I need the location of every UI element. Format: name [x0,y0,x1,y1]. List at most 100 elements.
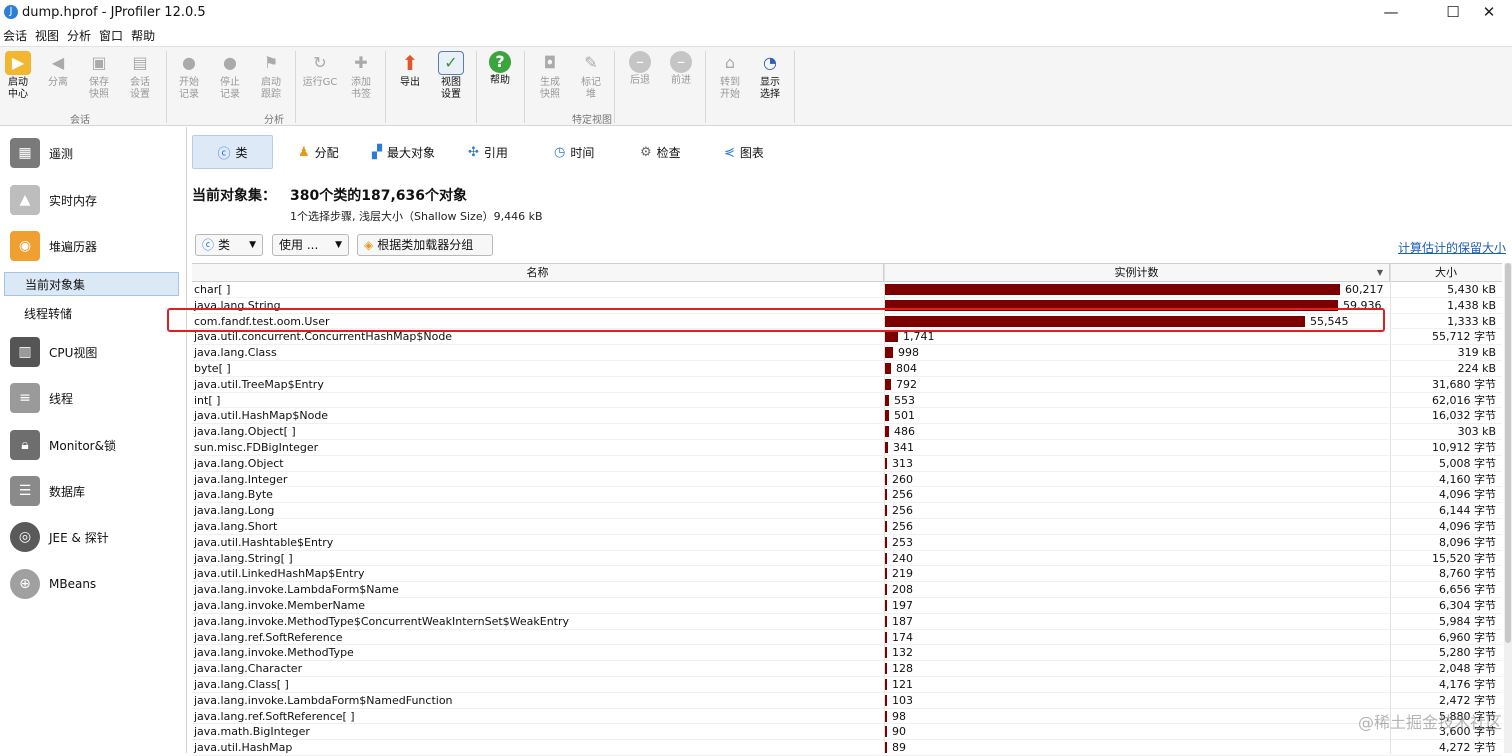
sidebar-item-live-memory[interactable]: ▲ 实时内存 [0,180,186,220]
sidebar-item-cpu-views[interactable]: ▥ CPU视图 [0,332,186,372]
back-button[interactable]: – 后退 [620,51,660,113]
sidebar-item-telemetry[interactable]: ▦ 遥测 [0,133,186,173]
table-row[interactable]: char[ ] 60,217 5,430 kB [192,282,1502,298]
sidebar-item-heap-walker[interactable]: ◉ 堆遍历器 [0,226,186,266]
tab-inspections[interactable]: ⚙ 检查 [630,135,691,169]
vertical-scrollbar[interactable] [1504,263,1512,753]
minimize-button[interactable]: — [1368,0,1414,26]
annotation-highlight-box [167,308,1385,332]
mark-heap-button[interactable]: ✎ 标记 堆 [571,51,611,113]
class-icon: ⓒ [202,238,215,252]
table-row[interactable]: java.util.TreeMap$Entry 792 31,680 字节 [192,377,1502,393]
forward-button[interactable]: – 前进 [661,51,701,113]
toolbar-separator [385,51,386,123]
run-gc-button[interactable]: ↻ 运行GC [300,51,340,113]
instance-count-cell: 89 [892,741,906,755]
sidebar-subitem-thread-dumps[interactable]: 线程转储 [4,302,179,326]
table-row[interactable]: java.math.BigInteger 90 3,600 字节 [192,724,1502,741]
close-button[interactable]: ✕ [1466,0,1512,26]
show-selection-button[interactable]: ◔ 显示 选择 [750,51,790,113]
class-name-cell: java.lang.Integer [194,472,288,486]
menu-window[interactable]: 窗口 [96,27,128,46]
forward-icon: – [670,51,692,73]
table-row[interactable]: sun.misc.FDBigInteger 341 10,912 字节 [192,440,1502,456]
table-row[interactable]: java.lang.invoke.MemberName 197 6,304 字节 [192,598,1502,614]
table-row[interactable]: java.lang.invoke.LambdaForm$NamedFunctio… [192,693,1502,709]
table-row[interactable]: java.lang.ref.SoftReference[ ] 98 5,880 字节 [192,709,1502,725]
group-by-classloader-button[interactable]: ◈ 根据类加载器分组 [357,234,493,256]
table-row[interactable]: java.lang.invoke.MethodType 132 5,280 字节 [192,645,1502,662]
instance-count-bar [885,426,889,438]
table-row[interactable]: int[ ] 553 62,016 字节 [192,393,1502,409]
export-button[interactable]: ⬆ 导出 [390,51,430,113]
table-row[interactable]: java.lang.String[ ] 240 15,520 字节 [192,551,1502,567]
instance-count-bar [885,394,889,406]
aggregation-level-dropdown[interactable]: ⓒ 类 ▼ [195,234,263,256]
tab-graph[interactable]: ⋞ 图表 [714,135,774,169]
column-header-size[interactable]: 大小 [1390,264,1502,282]
table-row[interactable]: java.lang.Integer 260 4,160 字节 [192,472,1502,488]
table-row[interactable]: java.lang.Object[ ] 486 303 kB [192,424,1502,440]
object-set-detail: 1个选择步骤, 浅层大小（Shallow Size）9,446 kB [290,210,543,223]
table-row[interactable]: byte[ ] 804 224 kB [192,361,1502,377]
start-recording-button[interactable]: ● 开始 记录 [169,51,209,113]
compute-retained-sizes-link[interactable]: 计算估计的保留大小 [1398,239,1506,256]
toolbar-separator [295,51,296,123]
menu-help[interactable]: 帮助 [128,27,160,46]
instance-count-cell: 256 [892,488,913,502]
table-row[interactable]: java.lang.Long 256 6,144 字节 [192,503,1502,519]
sidebar-item-databases[interactable]: ☰ 数据库 [0,471,186,511]
instance-count-bar [885,726,887,738]
table-row[interactable]: java.lang.Byte 256 4,096 字节 [192,487,1502,504]
sidebar-item-jee-probes[interactable]: ◎ JEE & 探针 [0,517,186,557]
table-row[interactable]: java.util.LinkedHashMap$Entry 219 8,760 字节 [192,566,1502,583]
sidebar-item-threads[interactable]: ≡ 线程 [0,378,186,418]
window-title: dump.hprof - JProfiler 12.0.5 [22,5,206,20]
tab-biggest-objects[interactable]: ▞ 最大对象 [362,135,445,169]
table-row[interactable]: java.util.HashMap$Node 501 16,032 字节 [192,408,1502,425]
table-row[interactable]: java.lang.invoke.MethodType$ConcurrentWe… [192,614,1502,630]
save-snapshot-button[interactable]: ▣ 保存 快照 [79,51,119,113]
table-row[interactable]: java.lang.Short 256 4,096 字节 [192,519,1502,535]
size-cell: 2,048 字节 [1439,662,1496,676]
table-row[interactable]: java.util.Hashtable$Entry 253 8,096 字节 [192,535,1502,551]
generate-snapshot-button[interactable]: ◘ 生成 快照 [530,51,570,113]
column-header-name[interactable]: 名称 [192,264,884,282]
tab-references[interactable]: ✣ 引用 [458,135,518,169]
table-row[interactable]: java.lang.invoke.LambdaForm$Name 208 6,656… [192,582,1502,598]
view-settings-button[interactable]: ✓ 视图 设置 [431,51,471,113]
menu-session[interactable]: 会话 [0,27,32,46]
add-bookmark-button[interactable]: ✚ 添加 书签 [341,51,381,113]
table-row[interactable]: java.lang.ref.SoftReference 174 6,960 字节 [192,630,1502,646]
sidebar-item-monitor-locks[interactable]: 🔒︎ Monitor&锁 [0,425,186,465]
class-name-cell: java.lang.Object [194,456,284,470]
go-to-start-button[interactable]: ⌂ 转到 开始 [710,51,750,113]
add-bookmark-icon: ✚ [354,53,368,72]
menu-analyze[interactable]: 分析 [64,27,96,46]
use-dropdown[interactable]: 使用 ... ▼ [272,234,349,256]
start-center-button[interactable]: ▶ 启动 中心 [0,51,38,113]
start-tracking-button[interactable]: ⚑ 启动 跟踪 [251,51,291,113]
instance-count-cell: 256 [892,519,913,533]
tab-time[interactable]: ◷ 时间 [544,135,604,169]
table-row[interactable]: java.lang.Object 313 5,008 字节 [192,456,1502,472]
object-set-title: 当前对象集： [192,188,276,204]
menu-view[interactable]: 视图 [32,27,64,46]
sidebar-subitem-current-object-set[interactable]: 当前对象集 [4,272,179,296]
table-row[interactable]: java.lang.Character 128 2,048 字节 [192,661,1502,677]
session-settings-button[interactable]: ▤ 会话 设置 [120,51,160,113]
tab-classes[interactable]: ⓒ 类 [192,135,273,169]
sidebar-item-mbeans[interactable]: ⊕ MBeans [0,564,186,604]
stop-recording-button[interactable]: ● 停止 记录 [210,51,250,113]
instance-count-bar [885,284,1340,295]
detach-button[interactable]: ◀ 分离 [38,51,78,113]
watermark: @稀土掘金技术社区 [1357,713,1502,732]
tab-allocations[interactable]: ♟ 分配 [288,135,349,169]
table-row[interactable]: java.util.HashMap 89 4,272 字节 [192,740,1502,756]
table-row[interactable]: java.lang.Class 998 319 kB [192,345,1502,361]
detach-icon: ◀ [51,53,65,72]
help-button[interactable]: ? 帮助 [480,51,520,113]
table-row[interactable]: java.lang.Class[ ] 121 4,176 字节 [192,677,1502,693]
column-header-instance-count[interactable]: 实例计数 ▼ [884,264,1390,282]
scrollbar-thumb[interactable] [1505,263,1511,643]
